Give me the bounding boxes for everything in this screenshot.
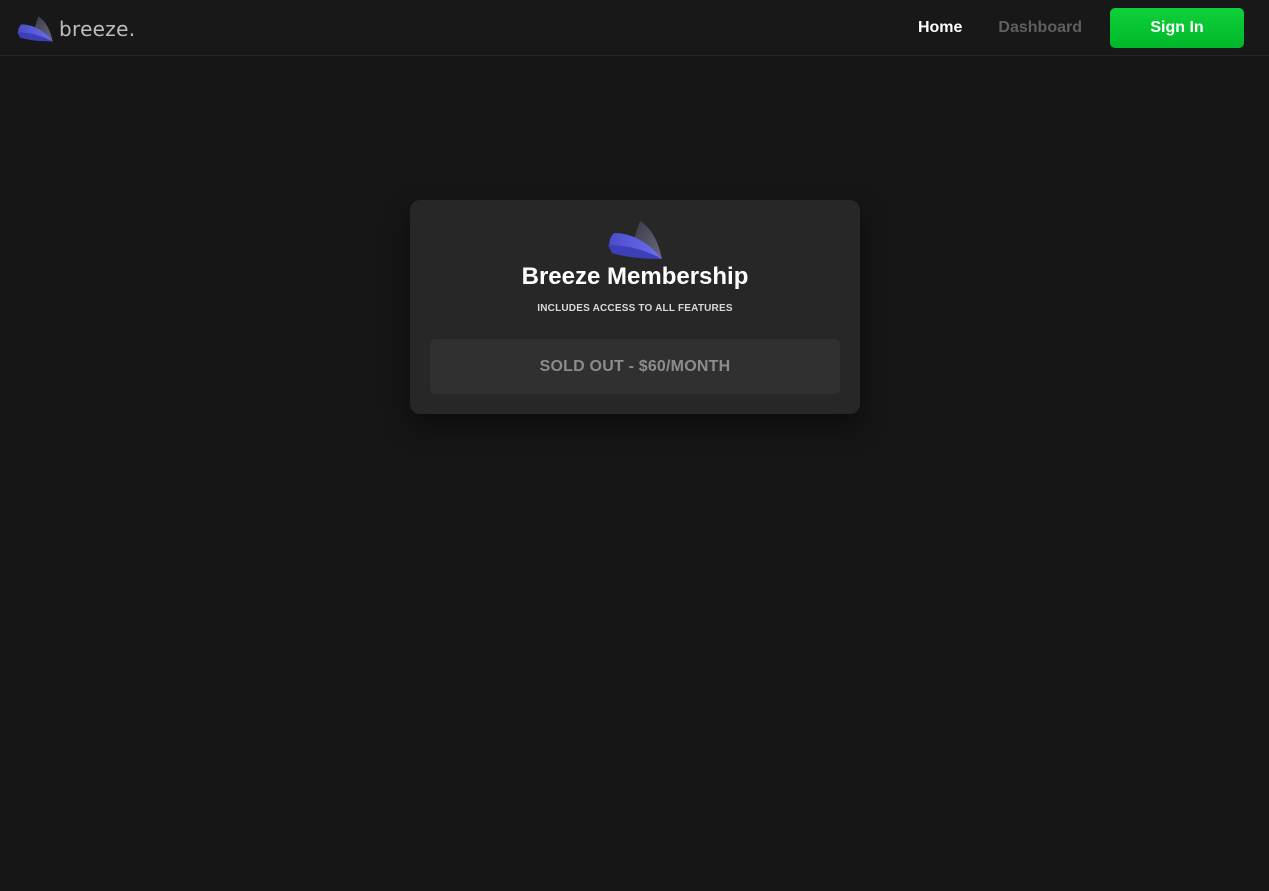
nav-dashboard-link[interactable]: Dashboard xyxy=(998,19,1082,37)
nav-home-link[interactable]: Home xyxy=(918,19,962,37)
membership-title: Breeze Membership xyxy=(521,263,749,290)
breeze-logo-icon xyxy=(17,16,53,42)
brand-home-link[interactable]: breeze. xyxy=(16,15,135,43)
membership-subtitle: INCLUDES ACCESS TO ALL FEATURES xyxy=(537,303,733,314)
sold-out-button[interactable]: SOLD OUT - $60/MONTH xyxy=(430,339,840,394)
top-navbar: breeze. Home Dashboard Sign In xyxy=(0,0,1269,56)
membership-card: Breeze Membership INCLUDES ACCESS TO ALL… xyxy=(410,200,860,414)
sign-in-button[interactable]: Sign In xyxy=(1110,8,1244,48)
breeze-logo-icon xyxy=(608,221,662,259)
nav-links: Home Dashboard Sign In xyxy=(918,8,1244,48)
brand-name: breeze. xyxy=(59,17,136,41)
